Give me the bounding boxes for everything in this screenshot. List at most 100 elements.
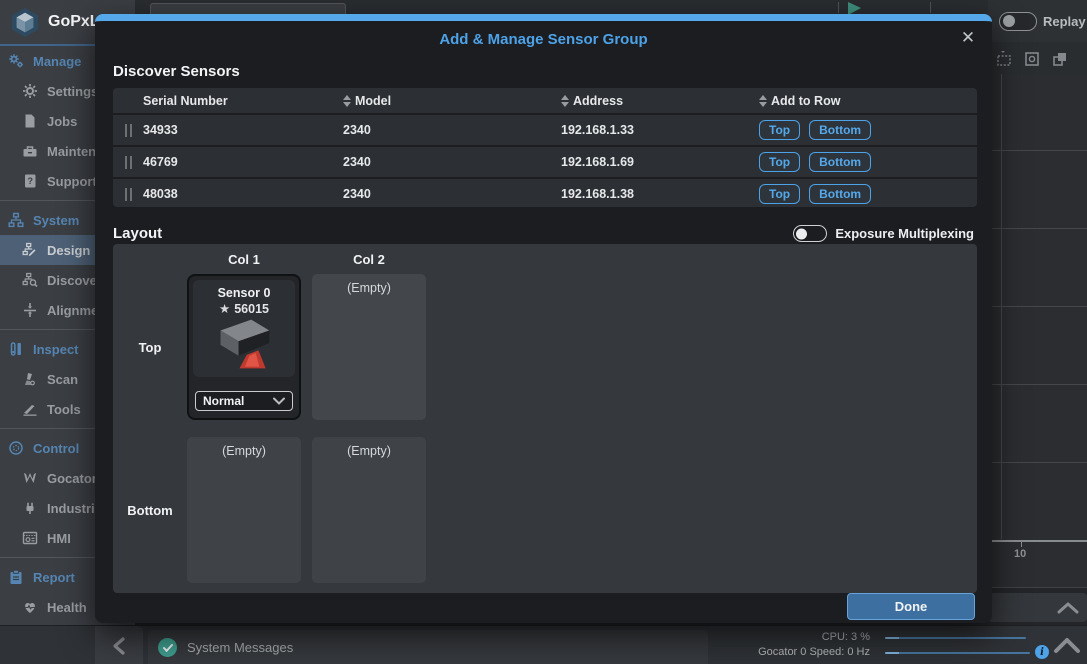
- x-axis: [989, 540, 1087, 542]
- add-bottom-button[interactable]: Bottom: [809, 120, 871, 140]
- model-cell: 2340: [343, 155, 561, 169]
- gears-icon: [8, 53, 24, 69]
- help-book-icon: ?: [22, 173, 38, 189]
- empty-slot-label: (Empty): [347, 281, 391, 295]
- replay-panel: Replay: [988, 0, 1087, 42]
- toolbar-divider: [838, 2, 839, 13]
- add-top-button[interactable]: Top: [759, 152, 800, 172]
- serial-cell: 48038: [143, 187, 343, 201]
- address-cell: 192.168.1.38: [561, 187, 759, 201]
- sidebar-collapse-button[interactable]: [95, 626, 143, 664]
- gopxl-cube-icon: [10, 6, 40, 38]
- gridline: [989, 150, 1087, 151]
- view-toolbar: [988, 44, 1087, 74]
- sidebar-item-label: Tools: [47, 402, 81, 417]
- hmi-window-icon: [22, 530, 38, 546]
- gridline: [989, 306, 1087, 307]
- collapsed-panel[interactable]: [988, 593, 1087, 622]
- address-cell: 192.168.1.69: [561, 155, 759, 169]
- model-cell: 2340: [343, 187, 561, 201]
- table-row: 34933 2340 192.168.1.33 TopBottom: [113, 115, 977, 145]
- column-header-model[interactable]: Model: [343, 94, 561, 108]
- gridline: [989, 384, 1087, 385]
- serial-cell: 34933: [143, 123, 343, 137]
- discover-network-icon: [22, 272, 38, 288]
- gear-icon: [22, 83, 38, 99]
- add-manage-sensor-group-dialog: Add & Manage Sensor Group ✕ Discover Sen…: [95, 14, 992, 623]
- network-icon: [8, 212, 24, 228]
- toolbar-divider: [930, 2, 931, 13]
- add-bottom-button[interactable]: Bottom: [809, 184, 871, 204]
- sidebar-item-label: System: [33, 213, 79, 228]
- add-bottom-button[interactable]: Bottom: [809, 152, 871, 172]
- fit-width-icon[interactable]: [996, 51, 1012, 67]
- sidebar-item-label: Report: [33, 570, 75, 585]
- sensor-3d-icon: [215, 316, 273, 372]
- sidebar-item-label: Scan: [47, 372, 78, 387]
- info-icon[interactable]: i: [1035, 645, 1049, 659]
- column-header-add-to-row[interactable]: Add to Row: [759, 94, 977, 108]
- add-top-button[interactable]: Top: [759, 120, 800, 140]
- empty-slot-bottom-col2[interactable]: (Empty): [312, 437, 426, 583]
- status-ok-icon: [158, 638, 177, 657]
- data-viewer-grid: 10: [988, 74, 1087, 588]
- replay-toggle[interactable]: [999, 12, 1037, 31]
- chevron-up-icon[interactable]: [1057, 601, 1079, 615]
- sidebar-item-label: Jobs: [47, 114, 77, 129]
- done-button[interactable]: Done: [847, 593, 975, 620]
- drag-handle-icon[interactable]: [113, 188, 143, 201]
- cpu-meter: [885, 637, 1026, 639]
- sort-icon[interactable]: [343, 95, 351, 107]
- col2-header: Col 2: [312, 252, 426, 267]
- col1-header: Col 1: [187, 252, 301, 267]
- toolbox-icon: [22, 143, 38, 159]
- layout-heading: Layout: [113, 225, 162, 242]
- gridline: [989, 462, 1087, 463]
- sidebar-item-label: Support: [47, 174, 97, 189]
- sensor-card-face: Sensor 0 ★56015: [193, 280, 295, 377]
- sidebar-item-label: Inspect: [33, 342, 79, 357]
- add-top-button[interactable]: Top: [759, 184, 800, 204]
- system-messages-bar[interactable]: System Messages: [148, 630, 708, 664]
- sensor-mode-dropdown[interactable]: Normal: [195, 391, 293, 411]
- serial-cell: 46769: [143, 155, 343, 169]
- column-header-address[interactable]: Address: [561, 94, 759, 108]
- drag-handle-icon[interactable]: [113, 124, 143, 137]
- x-axis-tick-label: 10: [1014, 548, 1026, 560]
- gocator-icon: [22, 470, 38, 486]
- inspect-icon: [8, 341, 24, 357]
- fit-view-icon[interactable]: [1024, 51, 1040, 67]
- alignment-icon: [22, 302, 38, 318]
- design-icon: [22, 242, 38, 258]
- app-title: GoPxL: [48, 13, 100, 31]
- replay-label: Replay: [1043, 14, 1086, 29]
- table-row: 48038 2340 192.168.1.38 Top Bottom: [113, 179, 977, 207]
- control-icon: [8, 440, 24, 456]
- sidebar-item-label: Design: [47, 243, 90, 258]
- document-icon: [22, 113, 38, 129]
- speed-label: Gocator 0 Speed: 0 Hz: [710, 646, 870, 658]
- chevron-left-icon: [112, 637, 126, 655]
- bottom-row-label: Bottom: [120, 503, 180, 518]
- health-heart-icon: [22, 599, 38, 615]
- chevron-up-icon[interactable]: [1052, 634, 1082, 656]
- sensor-name: Sensor 0: [193, 286, 295, 300]
- status-bar: System Messages CPU: 3 % Gocator 0 Speed…: [0, 625, 1087, 664]
- layers-icon[interactable]: [1052, 51, 1068, 67]
- empty-slot-bottom-col1[interactable]: (Empty): [187, 437, 301, 583]
- empty-slot-top-col2[interactable]: (Empty): [312, 274, 426, 420]
- column-header-serial[interactable]: Serial Number: [143, 94, 343, 108]
- sidebar-item-label: Settings: [47, 84, 98, 99]
- table-row: 46769 2340 192.168.1.69 Top Bottom: [113, 147, 977, 177]
- drag-handle-icon[interactable]: [113, 156, 143, 169]
- sensor-slot-top-col1[interactable]: Sensor 0 ★56015 Normal: [187, 274, 301, 420]
- exposure-multiplexing-toggle[interactable]: [793, 225, 827, 242]
- close-icon[interactable]: ✕: [958, 28, 978, 48]
- toggle-knob: [1003, 15, 1015, 27]
- sort-icon[interactable]: [561, 95, 569, 107]
- sort-icon[interactable]: [759, 95, 767, 107]
- tools-icon: [22, 401, 38, 417]
- x-axis-tick: [1021, 542, 1022, 547]
- empty-slot-label: (Empty): [222, 444, 266, 458]
- sensor-layout-grid: Col 1 Col 2 Top Bottom Sensor 0 ★56015 N…: [113, 244, 977, 593]
